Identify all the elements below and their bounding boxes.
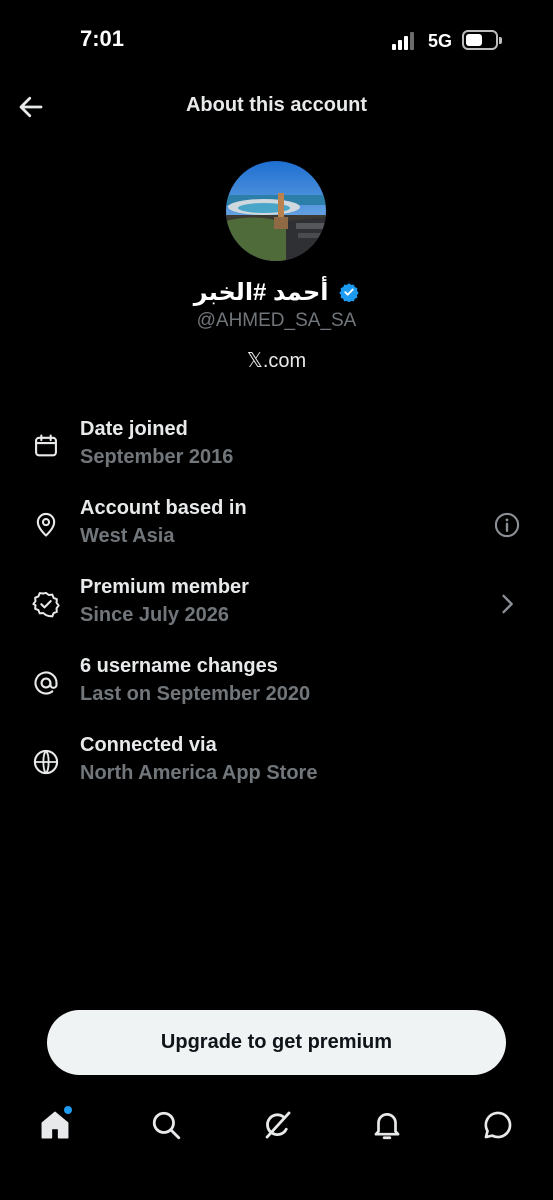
info-date-joined: Date joined September 2016 bbox=[0, 418, 553, 482]
signal-icon bbox=[392, 32, 418, 50]
avatar[interactable] bbox=[226, 161, 326, 261]
network-label: 5G bbox=[428, 31, 453, 51]
info-premium-member[interactable]: Premium member Since July 2026 bbox=[0, 576, 553, 640]
username-changes-label: 6 username changes bbox=[80, 655, 278, 677]
tab-notifications[interactable] bbox=[370, 1108, 404, 1142]
date-joined-label: Date joined bbox=[80, 418, 188, 440]
info-account-based-in: Account based in West Asia bbox=[0, 497, 553, 561]
tab-home[interactable] bbox=[38, 1106, 72, 1142]
info-icon[interactable] bbox=[493, 511, 521, 539]
upgrade-premium-button[interactable]: Upgrade to get premium bbox=[47, 1010, 506, 1075]
display-name: أحمد #الخبر bbox=[193, 279, 329, 306]
info-connected-via: Connected via North America App Store bbox=[0, 734, 553, 798]
display-name-row: أحمد #الخبر bbox=[0, 278, 553, 307]
verified-badge-icon bbox=[339, 283, 359, 302]
date-joined-value: September 2016 bbox=[80, 446, 234, 468]
battery-icon bbox=[462, 30, 502, 50]
bell-icon bbox=[374, 1113, 400, 1140]
account-based-label: Account based in bbox=[80, 497, 247, 519]
tab-messages[interactable] bbox=[481, 1108, 515, 1142]
premium-member-label: Premium member bbox=[80, 576, 249, 598]
location-pin-icon bbox=[36, 512, 56, 537]
at-sign-icon bbox=[34, 671, 58, 695]
info-username-changes: 6 username changes Last on September 202… bbox=[0, 655, 553, 719]
premium-member-value: Since July 2026 bbox=[80, 604, 229, 626]
site-label: 𝕏.com bbox=[246, 350, 307, 372]
calendar-icon bbox=[35, 434, 57, 457]
username-handle: @AHMED_SA_SA bbox=[196, 310, 357, 331]
status-time: 7:01 bbox=[80, 26, 125, 51]
username-changes-value: Last on September 2020 bbox=[80, 683, 311, 705]
avatar-image bbox=[226, 161, 326, 261]
grok-icon bbox=[265, 1111, 291, 1139]
bottom-tab-bar bbox=[0, 1100, 553, 1160]
connected-via-label: Connected via bbox=[80, 734, 217, 756]
tab-grok[interactable] bbox=[260, 1108, 294, 1142]
chevron-right-icon bbox=[502, 594, 513, 614]
connected-via-value: North America App Store bbox=[80, 762, 318, 784]
globe-icon bbox=[33, 749, 59, 775]
verified-badge-icon bbox=[32, 591, 60, 618]
search-icon bbox=[152, 1111, 181, 1140]
top-nav: About this account bbox=[0, 80, 553, 132]
page-title: About this account bbox=[185, 94, 368, 116]
tab-search[interactable] bbox=[149, 1108, 183, 1142]
status-bar: 7:01 5G bbox=[0, 0, 553, 80]
notification-dot bbox=[64, 1106, 72, 1114]
messages-icon bbox=[484, 1111, 512, 1139]
account-based-value: West Asia bbox=[80, 525, 175, 547]
